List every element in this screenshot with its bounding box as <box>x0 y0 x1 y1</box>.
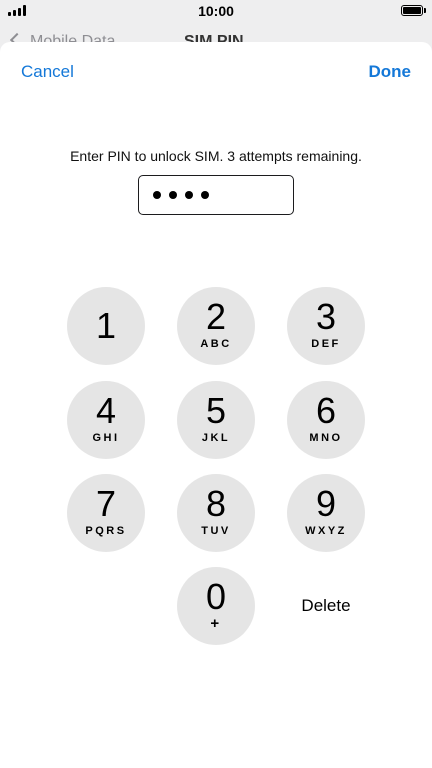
key-digit: 3 <box>315 296 337 337</box>
done-button[interactable]: Done <box>369 62 412 82</box>
key-digit: 4 <box>95 390 117 431</box>
keypad-key-5[interactable]: 5 JKL <box>177 381 255 459</box>
key-letters: + <box>210 615 222 632</box>
key-letters: ABC <box>200 338 232 350</box>
key-digit: 7 <box>95 483 117 524</box>
key-digit: 2 <box>205 296 227 337</box>
key-digit: 9 <box>315 483 337 524</box>
keypad-key-2[interactable]: 2 ABC <box>177 287 255 365</box>
pin-prompt: Enter PIN to unlock SIM. 3 attempts rema… <box>70 148 362 164</box>
key-digit: 0 <box>205 576 227 617</box>
key-letters: WXYZ <box>305 525 347 537</box>
keypad-key-4[interactable]: 4 GHI <box>67 381 145 459</box>
pin-dot <box>201 191 209 199</box>
pin-dot <box>185 191 193 199</box>
battery-icon <box>401 5 423 16</box>
pin-input[interactable] <box>138 175 294 215</box>
status-bar: 10:00 <box>0 0 432 22</box>
status-time: 10:00 <box>198 3 234 19</box>
keypad-key-9[interactable]: 9 WXYZ <box>287 474 365 552</box>
keypad-key-6[interactable]: 6 MNO <box>287 381 365 459</box>
keypad-key-3[interactable]: 3 DEF <box>287 287 365 365</box>
keypad-key-1[interactable]: 1 <box>67 287 145 365</box>
key-letters: DEF <box>311 338 341 350</box>
pin-dot <box>153 191 161 199</box>
key-digit: 5 <box>205 390 227 431</box>
key-digit: 1 <box>95 305 117 346</box>
keypad-key-8[interactable]: 8 TUV <box>177 474 255 552</box>
pin-dot <box>169 191 177 199</box>
cancel-button[interactable]: Cancel <box>21 62 74 82</box>
key-letters: MNO <box>309 432 343 444</box>
key-letters: PQRS <box>85 525 127 537</box>
key-digit: 6 <box>315 390 337 431</box>
key-letters: GHI <box>92 432 120 444</box>
key-digit: 8 <box>205 483 227 524</box>
keypad-key-7[interactable]: 7 PQRS <box>67 474 145 552</box>
sim-pin-sheet: Cancel Done Enter PIN to unlock SIM. 3 a… <box>0 42 432 768</box>
delete-button[interactable]: Delete <box>287 567 365 645</box>
key-letters: TUV <box>201 525 231 537</box>
key-letters: JKL <box>201 432 231 444</box>
keypad-key-0[interactable]: 0 + <box>177 567 255 645</box>
battery-tip <box>424 8 426 13</box>
